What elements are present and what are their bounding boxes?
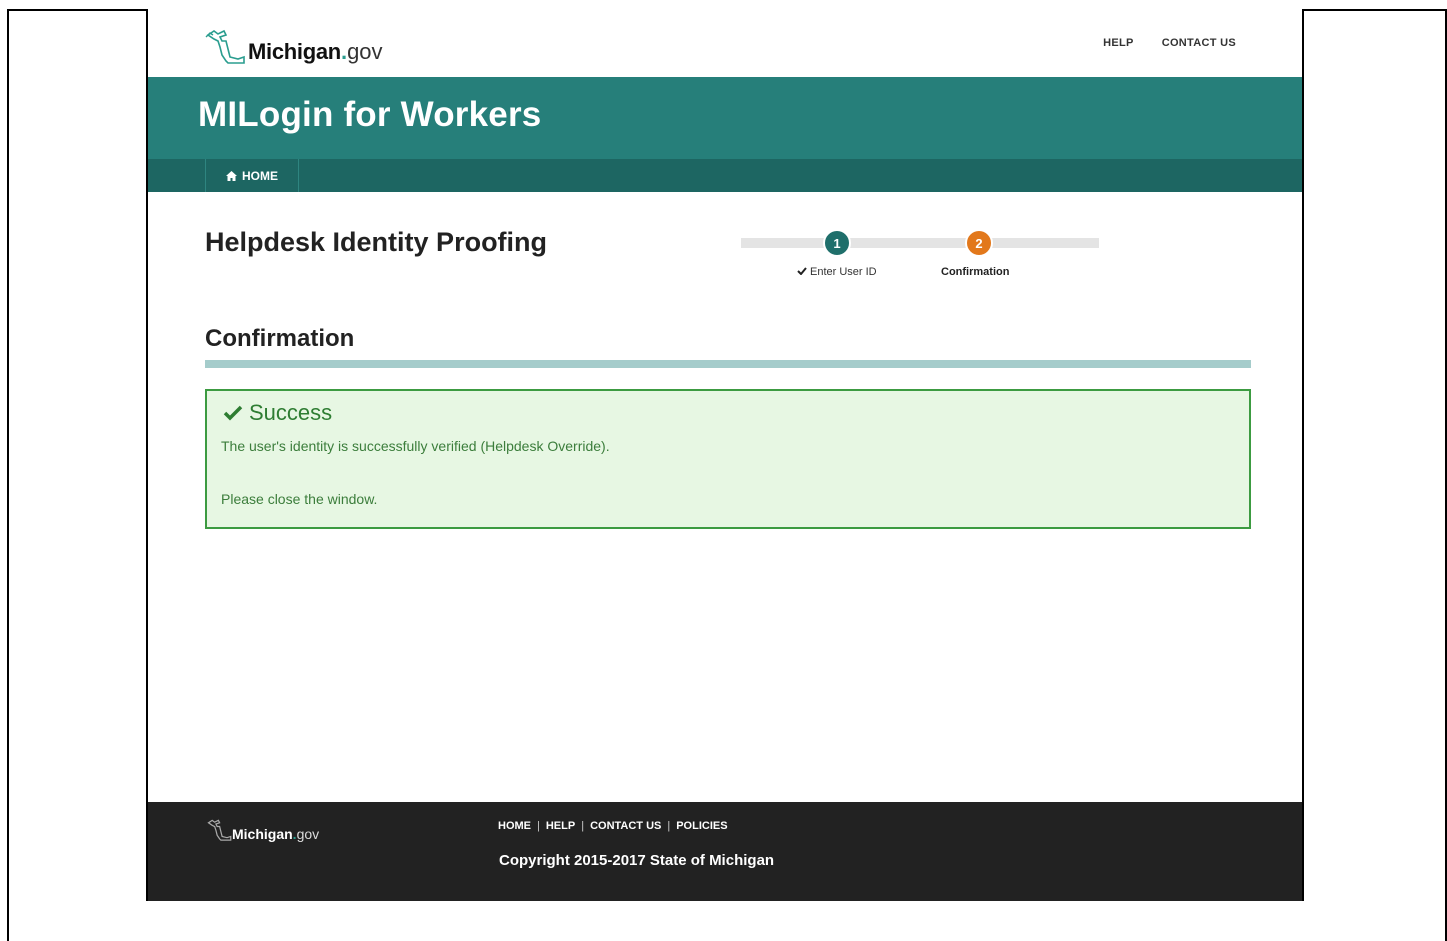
page-footer: Michigan. gov HOME | HELP | CONTACT US | … — [148, 802, 1302, 901]
checkmark-icon — [797, 267, 807, 276]
footer-contact-link[interactable]: CONTACT US — [590, 820, 661, 832]
footer-logo-suffix: gov — [296, 826, 320, 842]
nav-home-button[interactable]: HOME — [205, 159, 299, 192]
footer-home-link[interactable]: HOME — [498, 820, 531, 832]
app-banner: MILogin for Workers — [148, 77, 1302, 159]
michigan-outline-icon — [205, 29, 245, 64]
section-divider — [205, 360, 1251, 368]
page-title: Helpdesk Identity Proofing — [205, 227, 548, 257]
nav-home-label: HOME — [242, 168, 278, 183]
page-container: Michigan. gov HELP CONTACT US MILogin for… — [146, 9, 1304, 901]
step-1-text: Enter User ID — [810, 266, 877, 278]
section-title: Confirmation — [205, 325, 355, 352]
footer-separator: | — [667, 820, 671, 832]
footer-policies-link[interactable]: POLICIES — [676, 820, 727, 832]
help-link[interactable]: HELP — [1103, 37, 1134, 49]
progress-stepper: 1 2 Enter User ID Confirmation — [741, 219, 1101, 289]
contact-us-link[interactable]: CONTACT US — [1162, 37, 1236, 49]
step-1-label: Enter User ID — [797, 266, 877, 278]
michigan-outline-icon — [207, 819, 232, 841]
copyright-text: Copyright 2015-2017 State of Michigan — [499, 852, 775, 869]
footer-help-link[interactable]: HELP — [546, 820, 575, 832]
logo-name: Michigan — [248, 39, 341, 64]
step-2-label: Confirmation — [941, 266, 1010, 278]
checkmark-icon — [223, 405, 243, 421]
alert-message: The user's identity is successfully veri… — [221, 438, 610, 454]
footer-separator: | — [537, 820, 540, 832]
top-bar: Michigan. gov HELP CONTACT US — [148, 9, 1302, 77]
footer-logo[interactable]: Michigan. gov — [206, 816, 319, 842]
main-nav: HOME — [148, 159, 1302, 192]
alert-heading: Success — [223, 400, 332, 426]
footer-links: HOME | HELP | CONTACT US | POLICIES — [498, 820, 728, 832]
footer-separator: | — [581, 820, 585, 832]
footer-logo-name: Michigan — [232, 826, 293, 842]
michigan-gov-logo[interactable]: Michigan. gov — [204, 19, 383, 65]
step-2-circle: 2 — [965, 229, 993, 257]
step-1-circle: 1 — [823, 229, 851, 257]
alert-heading-text: Success — [249, 400, 333, 425]
alert-instruction: Please close the window. — [221, 491, 378, 507]
top-links: HELP CONTACT US — [1103, 37, 1236, 49]
success-alert: Success The user's identity is successfu… — [205, 389, 1251, 529]
app-title: MILogin for Workers — [198, 95, 542, 134]
logo-suffix: gov — [347, 39, 383, 64]
stepper-track — [741, 238, 1099, 248]
home-icon — [226, 170, 237, 181]
